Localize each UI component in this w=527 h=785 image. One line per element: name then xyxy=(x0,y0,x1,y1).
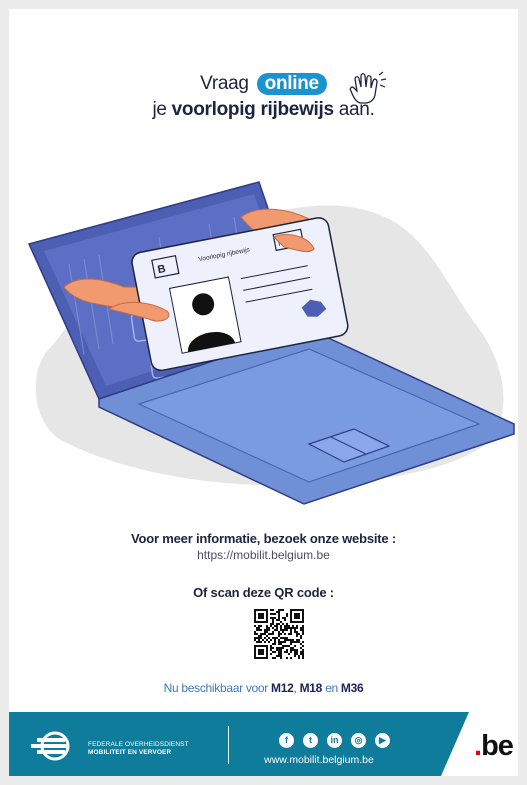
qr-code[interactable] xyxy=(254,609,304,659)
footer: FEDERALE OVERHEIDSDIENST MOBILITEIT EN V… xyxy=(9,712,518,776)
org-line-1: FEDERALE OVERHEIDSDIENST xyxy=(88,741,189,748)
badge-m36: M36 xyxy=(340,681,364,695)
online-pill: online xyxy=(256,73,327,95)
be-logo: .be xyxy=(474,730,514,763)
federal-org-name: FEDERALE OVERHEIDSDIENST MOBILITEIT EN V… xyxy=(88,741,189,757)
be-logo-text: be xyxy=(481,730,514,762)
laptop-illustration: B Voorlopig rijbewijs M18 xyxy=(27,181,515,505)
availability-sep-1: , xyxy=(293,681,297,695)
youtube-icon[interactable]: ▶ xyxy=(375,733,390,748)
instagram-icon[interactable]: ◎ xyxy=(351,733,366,748)
headline: Vraag online je voorlopig rijbewijs aan. xyxy=(9,71,518,123)
headline-prefix: Vraag xyxy=(200,73,249,94)
availability-sep-2: en xyxy=(325,681,338,695)
qr-title: Of scan deze QR code : xyxy=(193,585,334,600)
pointer-hand-icon xyxy=(349,71,387,104)
footer-website-link[interactable]: www.mobilit.belgium.be xyxy=(249,754,389,766)
poster: Vraag online je voorlopig rijbewijs aan. xyxy=(9,9,518,776)
badge-m12: M12 xyxy=(271,681,294,695)
twitter-icon[interactable]: t xyxy=(303,733,318,748)
headline-emphasis: voorlopig rijbewijs xyxy=(171,99,334,120)
headline-line-2: je voorlopig rijbewijs aan. xyxy=(9,97,518,123)
org-line-2: MOBILITEIT EN VERVOER xyxy=(88,749,172,756)
badge-m18: M18 xyxy=(299,681,323,695)
headline-line-1: Vraag online xyxy=(9,71,518,97)
info-title: Voor meer informatie, bezoek onze websit… xyxy=(131,531,396,546)
availability-line: Nu beschikbaar voor M12, M18 en M36 xyxy=(9,681,518,695)
footer-band xyxy=(9,712,469,776)
info-url-link[interactable]: https://mobilit.belgium.be xyxy=(9,548,518,562)
footer-divider xyxy=(228,726,229,764)
linkedin-icon[interactable]: in xyxy=(327,733,342,748)
be-logo-dot: . xyxy=(474,730,482,762)
federal-logo-icon xyxy=(31,731,70,761)
facebook-icon[interactable]: f xyxy=(279,733,294,748)
social-icons: f t in ◎ ▶ xyxy=(279,733,390,748)
headline-je: je xyxy=(152,99,167,120)
availability-prefix: Nu beschikbaar voor xyxy=(163,681,269,695)
